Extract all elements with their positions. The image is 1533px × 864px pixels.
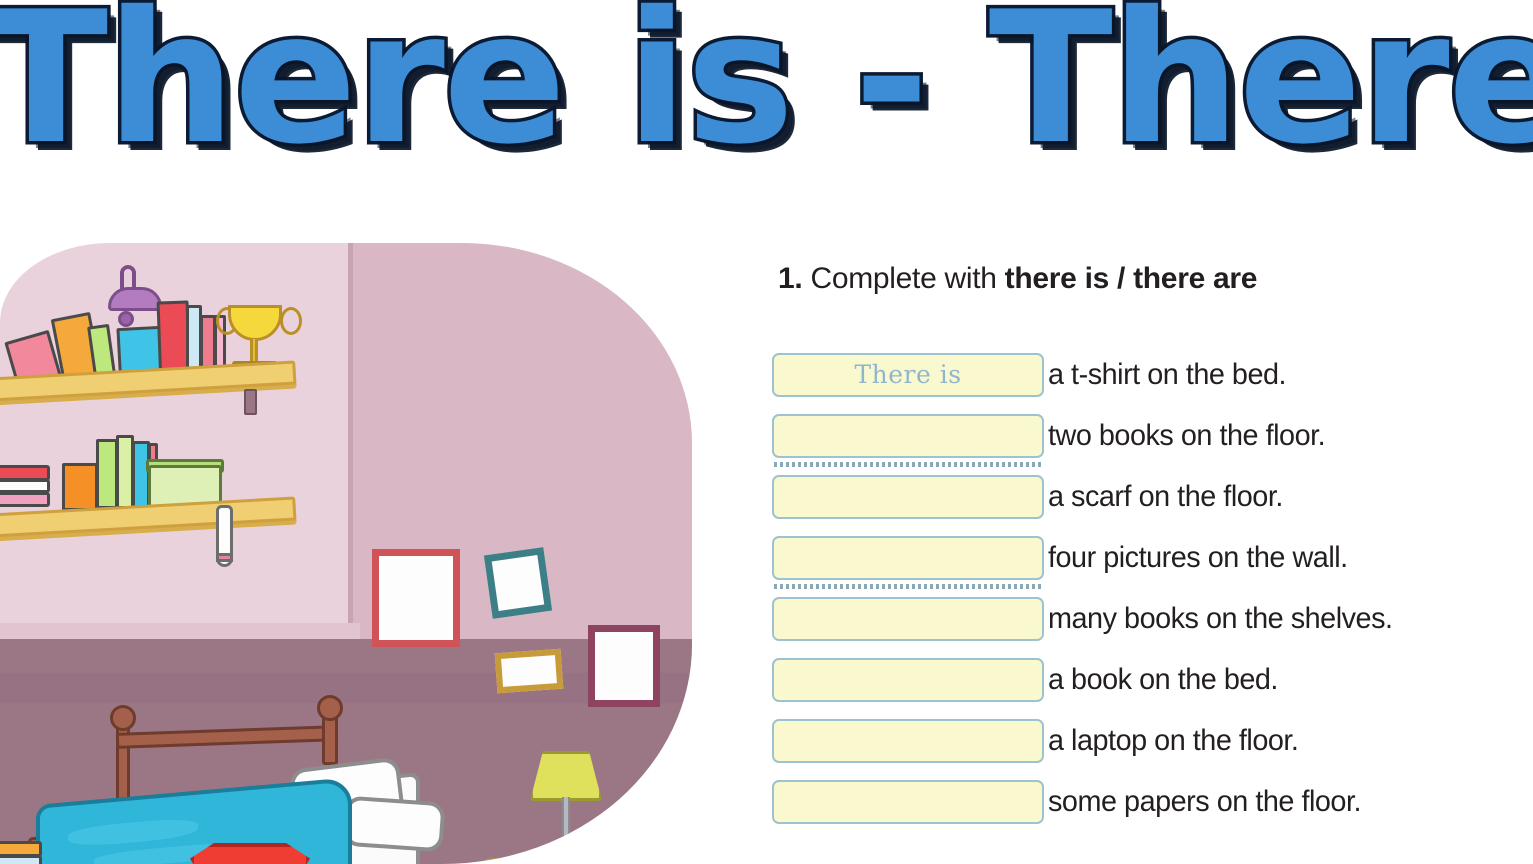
- sock-band-icon: [216, 553, 233, 562]
- sentence-4: four pictures on the wall.: [1048, 540, 1348, 574]
- shelf-book: [62, 463, 98, 511]
- bed-knob: [317, 695, 343, 721]
- wall-lamp-knob-icon: [118, 311, 134, 327]
- question-row: some papers on the floor.: [772, 775, 1374, 828]
- shelf-upper-brace: [244, 389, 257, 415]
- page-title: There is - There are: [0, 0, 1533, 184]
- exercise-instruction: 1. Complete with there is / there are: [778, 262, 1257, 296]
- answer-value-1: There is: [854, 360, 962, 389]
- box-edge-artifact: [774, 584, 1042, 589]
- sentence-2: two books on the floor.: [1048, 418, 1326, 452]
- trophy-handle-icon: [280, 307, 302, 335]
- trophy-stem-icon: [250, 339, 258, 363]
- floor-book-stack: [0, 479, 50, 493]
- sentence-5: many books on the shelves.: [1048, 601, 1393, 635]
- answer-input-2[interactable]: [772, 413, 1044, 467]
- wall-corner: [348, 243, 353, 673]
- picture-frame-red: [372, 549, 460, 647]
- shelf-book: [0, 855, 42, 864]
- question-row: There is a t-shirt on the bed.: [772, 348, 1296, 401]
- shelf-book: [96, 439, 118, 509]
- pillow: [342, 795, 446, 853]
- box-edge-artifact: [774, 462, 1042, 467]
- floor-book-stack: [0, 492, 50, 507]
- question-row: two books on the floor.: [772, 409, 1337, 467]
- instruction-target-phrase: there is / there are: [1004, 262, 1258, 295]
- answer-input-6[interactable]: [772, 657, 1044, 702]
- title-banner: There is - There are: [0, 0, 1533, 200]
- wall-lamp-shade-icon: [108, 287, 162, 311]
- instruction-text: Complete with: [802, 262, 1005, 295]
- exercise-panel: 1. Complete with there is / there are Th…: [772, 262, 1518, 862]
- room-scene: [0, 243, 692, 864]
- question-row: a scarf on the floor.: [772, 470, 1293, 523]
- picture-frame-maroon: [588, 625, 660, 707]
- sentence-1: a t-shirt on the bed.: [1048, 357, 1287, 391]
- bed-knob: [110, 705, 136, 731]
- bedroom-illustration: [0, 243, 692, 864]
- sentence-6: a book on the bed.: [1048, 662, 1278, 696]
- question-row: a book on the bed.: [772, 653, 1288, 706]
- picture-frame-teal: [483, 547, 553, 619]
- picture-frame-gold: [494, 648, 564, 694]
- answer-input-4[interactable]: [772, 535, 1044, 589]
- answer-input-8[interactable]: [772, 779, 1044, 824]
- answer-input-3[interactable]: [772, 474, 1044, 519]
- sentence-3: a scarf on the floor.: [1048, 479, 1283, 513]
- desk-lamp-pole: [562, 797, 570, 851]
- question-row: four pictures on the wall.: [772, 531, 1360, 589]
- exercise-number: 1.: [778, 262, 803, 295]
- question-row: many books on the shelves.: [772, 592, 1407, 645]
- answer-input-5[interactable]: [772, 596, 1044, 641]
- sentence-7: a laptop on the floor.: [1048, 723, 1299, 757]
- sentence-8: some papers on the floor.: [1048, 784, 1362, 818]
- question-row: a laptop on the floor.: [772, 714, 1309, 767]
- answer-input-7[interactable]: [772, 718, 1044, 763]
- answer-input-1[interactable]: There is: [772, 352, 1044, 397]
